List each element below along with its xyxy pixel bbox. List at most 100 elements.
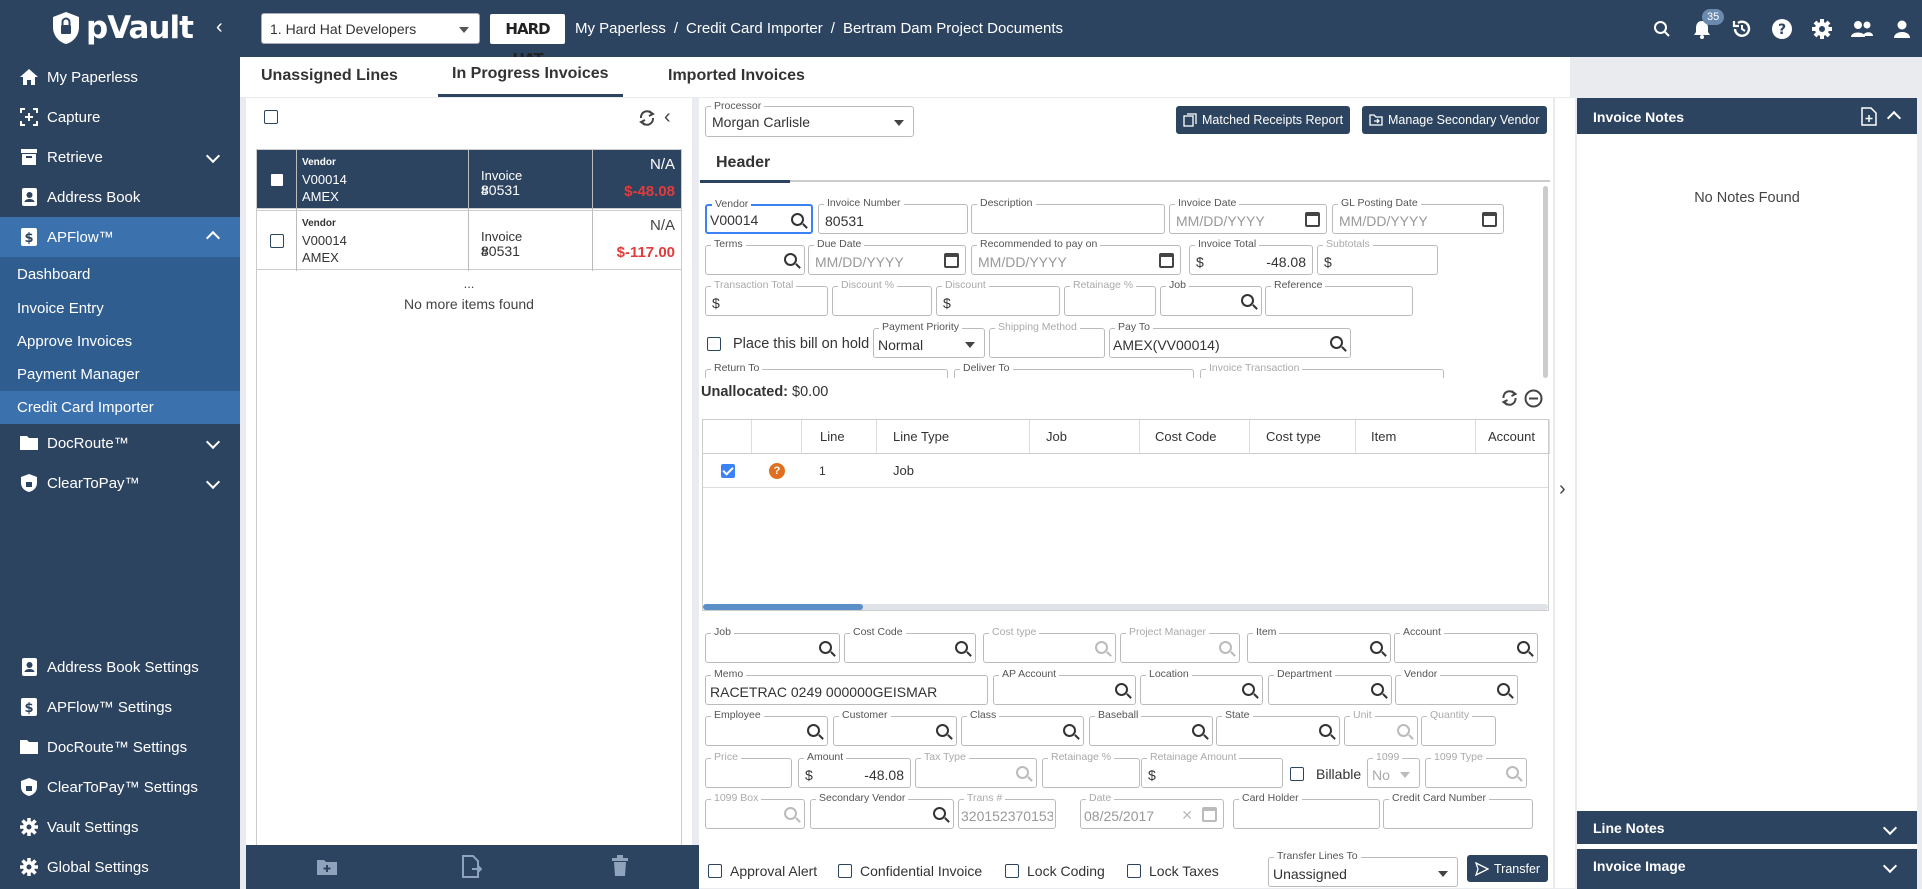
subtotals-field[interactable]: Subtotals $ [1317, 238, 1438, 275]
search-icon[interactable] [1219, 641, 1232, 654]
calendar-icon[interactable] [1159, 253, 1174, 268]
line-baseball-field[interactable]: Baseball [1089, 709, 1213, 746]
job-field[interactable]: Job [1160, 279, 1262, 316]
trash-icon[interactable] [611, 855, 629, 877]
line-checkbox[interactable] [721, 464, 735, 478]
matched-receipts-report-button[interactable]: Matched Receipts Report [1176, 106, 1351, 134]
confidential-invoice-checkbox[interactable] [838, 864, 852, 878]
line-vendor-field[interactable]: Vendor [1395, 668, 1518, 705]
line-1099-select[interactable]: 1099 No [1367, 751, 1420, 788]
line-tax-type-field[interactable]: Tax Type [915, 751, 1037, 788]
line-job-field[interactable]: Job [705, 626, 840, 663]
search-icon[interactable] [1517, 641, 1530, 654]
manage-secondary-vendor-button[interactable]: Manage Secondary Vendor [1362, 106, 1547, 134]
tab-imported-invoices[interactable]: Imported Invoices [668, 67, 805, 97]
lock-taxes-option[interactable]: Lock Taxes [1127, 863, 1219, 879]
sidebar-subitem-payment-manager[interactable]: Payment Manager [0, 358, 240, 391]
hold-bill-checkbox[interactable] [707, 337, 721, 351]
breadcrumb-project[interactable]: Bertram Dam Project Documents [843, 20, 1063, 37]
line-customer-field[interactable]: Customer [833, 709, 957, 746]
calendar-icon[interactable] [944, 253, 959, 268]
sidebar-item-global-settings[interactable]: Global Settings [0, 849, 240, 885]
invoice-number-field[interactable]: Invoice Number 80531 [818, 197, 968, 234]
shipping-method-field[interactable]: Shipping Method [989, 321, 1105, 358]
search-icon[interactable] [1397, 724, 1410, 737]
calendar-icon[interactable] [1482, 212, 1497, 227]
line-item-field[interactable]: Item [1247, 626, 1391, 663]
split-document-icon[interactable] [460, 855, 482, 879]
sidebar-item-docroute[interactable]: DocRoute™ [0, 425, 240, 461]
invoice-card[interactable]: Vendor V00014 AMEX Invoice # 80531 N/A $… [256, 210, 682, 271]
search-icon[interactable] [933, 807, 946, 820]
transfer-button[interactable]: Transfer [1467, 855, 1549, 882]
history-icon[interactable] [1722, 0, 1762, 57]
calendar-icon[interactable] [1305, 212, 1320, 227]
transaction-total-field[interactable]: Transaction Total $ [705, 279, 828, 316]
invoice-checkbox[interactable] [269, 234, 284, 248]
line-secondary-vendor-field[interactable]: Secondary Vendor [810, 792, 954, 829]
reference-field[interactable]: Reference [1265, 279, 1413, 316]
invoice-total-field[interactable]: Invoice Total $ -48.08 [1189, 238, 1313, 275]
clear-date-icon[interactable]: ✕ [1181, 807, 1193, 824]
gl-posting-date-field[interactable]: GL Posting Date MM/DD/YYYY [1332, 197, 1504, 234]
remove-circle-icon[interactable] [1524, 389, 1543, 408]
search-icon[interactable] [791, 213, 804, 226]
select-all-checkbox[interactable] [264, 110, 278, 124]
search-icon[interactable] [1241, 294, 1254, 307]
tab-in-progress-invoices[interactable]: In Progress Invoices [438, 65, 623, 97]
search-icon[interactable] [1016, 766, 1029, 779]
search-icon[interactable] [807, 724, 820, 737]
line-account-field[interactable]: Account [1394, 626, 1538, 663]
discount-field[interactable]: Discount $ [936, 279, 1060, 316]
sidebar-subitem-approve-invoices[interactable]: Approve Invoices [0, 325, 240, 358]
table-row[interactable]: ? 1 Job [703, 454, 1548, 488]
grid-header-cost-type[interactable]: Cost type [1250, 420, 1356, 454]
breadcrumb-credit-card-importer[interactable]: Credit Card Importer [686, 20, 823, 37]
search-icon[interactable] [1506, 766, 1519, 779]
expand-notes-icon[interactable]: › [1559, 478, 1566, 501]
gear-icon[interactable] [1802, 0, 1842, 57]
invoice-transaction-field[interactable]: Invoice Transaction [1200, 362, 1444, 378]
lock-coding-checkbox[interactable] [1005, 864, 1019, 878]
line-retainage-amount-field[interactable]: Retainage Amount $ [1141, 751, 1283, 788]
line-trans-field[interactable]: Trans # 3201523701532: [958, 792, 1056, 829]
line-1099-type-field[interactable]: 1099 Type [1425, 751, 1527, 788]
line-card-holder-field[interactable]: Card Holder [1233, 792, 1380, 829]
line-cost-type-field[interactable]: Cost type [983, 626, 1116, 663]
recommended-pay-date-field[interactable]: Recommended to pay on MM/DD/YYYY [971, 238, 1181, 275]
search-icon[interactable] [784, 253, 797, 266]
approval-alert-checkbox[interactable] [708, 864, 722, 878]
sidebar-subitem-invoice-entry[interactable]: Invoice Entry [0, 292, 240, 325]
sidebar-item-capture[interactable]: Capture [0, 99, 240, 135]
line-card-number-field[interactable]: Credit Card Number [1383, 792, 1533, 829]
grid-header-job[interactable]: Job [1030, 420, 1140, 454]
discount-percent-field[interactable]: Discount % [832, 279, 932, 316]
sidebar-subitem-credit-card-importer[interactable]: Credit Card Importer [0, 391, 240, 424]
line-retainage-percent-field[interactable]: Retainage % [1042, 751, 1140, 788]
lock-taxes-checkbox[interactable] [1127, 864, 1141, 878]
transfer-lines-select[interactable]: Transfer Lines To Unassigned [1268, 850, 1458, 887]
sidebar-item-apflow[interactable]: $ APFlow™ [0, 217, 240, 257]
description-field[interactable]: Description [971, 197, 1165, 234]
form-scrollbar[interactable] [1543, 186, 1548, 378]
line-unit-field[interactable]: Unit [1344, 709, 1418, 746]
invoice-notes-header[interactable]: Invoice Notes [1577, 98, 1917, 134]
deliver-to-field[interactable]: Deliver To [954, 362, 1194, 378]
line-state-field[interactable]: State [1216, 709, 1340, 746]
retainage-percent-field[interactable]: Retainage % [1064, 279, 1156, 316]
due-date-field[interactable]: Due Date MM/DD/YYYY [808, 238, 966, 275]
line-quantity-field[interactable]: Quantity [1421, 709, 1496, 746]
grid-header-account[interactable]: Account [1476, 420, 1550, 454]
grid-header-item[interactable]: Item [1356, 420, 1476, 454]
line-department-field[interactable]: Department [1268, 668, 1392, 705]
help-icon[interactable]: ? [1762, 0, 1802, 57]
search-icon[interactable] [784, 807, 797, 820]
collapse-list-icon[interactable]: ‹ [664, 106, 671, 129]
sidebar-item-address-book[interactable]: Address Book [0, 179, 240, 215]
grid-header-line[interactable]: Line [802, 420, 877, 454]
search-icon[interactable] [819, 641, 832, 654]
collapse-sidebar-icon[interactable]: ‹ [216, 16, 223, 39]
search-icon[interactable] [1242, 683, 1255, 696]
search-icon[interactable] [1192, 724, 1205, 737]
search-icon[interactable] [1319, 724, 1332, 737]
